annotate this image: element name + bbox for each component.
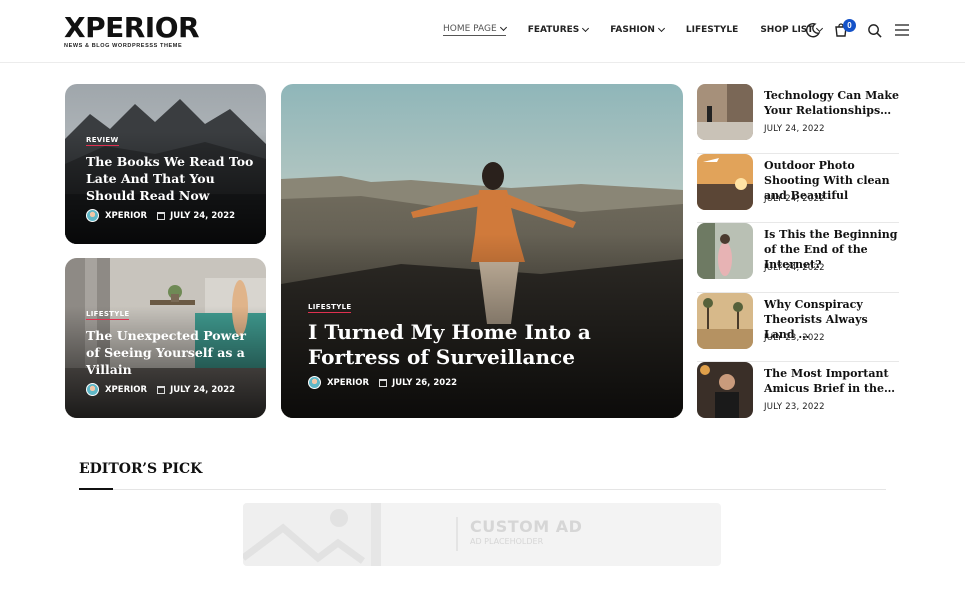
cart-button[interactable]: 0 xyxy=(833,19,856,38)
list-item[interactable]: Is This the Beginning of the End of the … xyxy=(697,223,899,293)
post-thumbnail[interactable] xyxy=(697,362,753,418)
author-name[interactable]: XPERIOR xyxy=(327,378,369,388)
post-thumbnail[interactable] xyxy=(697,153,753,210)
post-date: JULY 26, 2022 xyxy=(392,377,458,388)
nav-label: LIFESTYLE xyxy=(685,25,739,35)
menu-icon xyxy=(895,24,909,36)
post-date: JULY 24, 2022 xyxy=(170,384,236,395)
menu-button[interactable] xyxy=(894,23,910,37)
logo-title: XPERIOR xyxy=(64,11,200,44)
avatar xyxy=(86,383,99,396)
ad-banner[interactable]: CUSTOM AD AD PLACEHOLDER xyxy=(243,503,721,566)
card-meta: XPERIOR JULY 24, 2022 xyxy=(86,209,235,222)
ad-divider xyxy=(456,517,458,551)
nav-item-fashion[interactable]: FASHION xyxy=(610,24,665,36)
card-title[interactable]: I Turned My Home Into a Fortress of Surv… xyxy=(308,320,668,370)
post-date: JULY 23, 2022 xyxy=(764,332,825,343)
post-thumbnail[interactable] xyxy=(697,223,753,279)
card-meta: XPERIOR JULY 26, 2022 xyxy=(308,376,457,389)
search-button[interactable] xyxy=(867,23,882,38)
calendar-icon xyxy=(379,378,388,387)
category-label[interactable]: LIFESTYLE xyxy=(308,303,352,313)
featured-card-books[interactable]: REVIEW The Books We Read Too Late And Th… xyxy=(65,84,266,244)
section-heading: EDITOR’S PICK xyxy=(79,461,203,477)
moon-icon xyxy=(805,23,821,38)
post-date: JULY 24, 2022 xyxy=(764,263,825,273)
nav-label: HOME PAGE xyxy=(443,24,497,34)
category-label[interactable]: LIFESTYLE xyxy=(86,310,130,320)
nav-item-lifestyle[interactable]: LIFESTYLE xyxy=(686,24,738,36)
list-item[interactable]: The Most Important Amicus Brief in the… … xyxy=(697,362,899,432)
card-title[interactable]: The Unexpected Power of Seeing Yourself … xyxy=(86,327,258,378)
post-title[interactable]: Technology Can Make Your Relationships… xyxy=(764,88,899,118)
category-label[interactable]: REVIEW xyxy=(86,136,119,146)
chevron-down-icon xyxy=(657,24,665,33)
chevron-down-icon xyxy=(499,23,507,32)
post-date: JULY 24, 2022 xyxy=(764,124,825,134)
logo-tagline: NEWS & BLOG WORDPRESSS THEME xyxy=(64,43,183,49)
calendar-icon xyxy=(157,385,166,394)
calendar-icon xyxy=(157,211,166,220)
avatar xyxy=(308,376,321,389)
image-placeholder-icon xyxy=(243,503,381,566)
post-date: JULY 24, 2022 xyxy=(170,210,236,221)
site-logo[interactable]: XPERIOR NEWS & BLOG WORDPRESSS THEME xyxy=(64,11,200,50)
search-icon xyxy=(868,23,882,38)
ad-title: CUSTOM AD xyxy=(470,517,583,536)
nav-item-features[interactable]: FEATURES xyxy=(527,24,590,36)
post-date: JULY 24, 2022 xyxy=(764,193,825,204)
cart-count-badge: 0 xyxy=(843,19,856,32)
list-item[interactable]: Why Conspiracy Theorists Always Land … J… xyxy=(697,292,899,362)
featured-card-main[interactable]: LIFESTYLE I Turned My Home Into a Fortre… xyxy=(281,84,683,418)
ad-subtitle: AD PLACEHOLDER xyxy=(470,537,544,546)
main-nav: HOME PAGE FEATURES FASHION LIFESTYLE SHO… xyxy=(443,23,844,36)
header-tools: 0 xyxy=(805,19,922,38)
author-name[interactable]: XPERIOR xyxy=(105,385,147,395)
side-post-list: Technology Can Make Your Relationships… … xyxy=(697,84,899,432)
post-thumbnail[interactable] xyxy=(697,84,753,140)
post-date: JULY 23, 2022 xyxy=(764,402,825,412)
nav-item-home-page[interactable]: HOME PAGE xyxy=(443,23,507,36)
dark-mode-toggle[interactable] xyxy=(805,22,821,38)
section-divider xyxy=(79,489,886,490)
card-meta: XPERIOR JULY 24, 2022 xyxy=(86,383,235,396)
section-accent-line xyxy=(79,488,113,490)
post-thumbnail[interactable] xyxy=(697,292,753,349)
author-name[interactable]: XPERIOR xyxy=(105,211,147,221)
chevron-down-icon xyxy=(582,24,590,33)
post-title[interactable]: The Most Important Amicus Brief in the… xyxy=(764,366,899,396)
avatar xyxy=(86,209,99,222)
nav-label: FEATURES xyxy=(527,25,580,35)
nav-label: FASHION xyxy=(610,25,655,35)
card-title[interactable]: The Books We Read Too Late And That You … xyxy=(86,153,258,204)
featured-card-villain[interactable]: LIFESTYLE The Unexpected Power of Seeing… xyxy=(65,258,266,418)
list-item[interactable]: Technology Can Make Your Relationships… … xyxy=(697,84,899,154)
list-item[interactable]: Outdoor Photo Shooting With clean and Be… xyxy=(697,153,899,223)
site-header: XPERIOR NEWS & BLOG WORDPRESSS THEME HOM… xyxy=(0,0,965,63)
